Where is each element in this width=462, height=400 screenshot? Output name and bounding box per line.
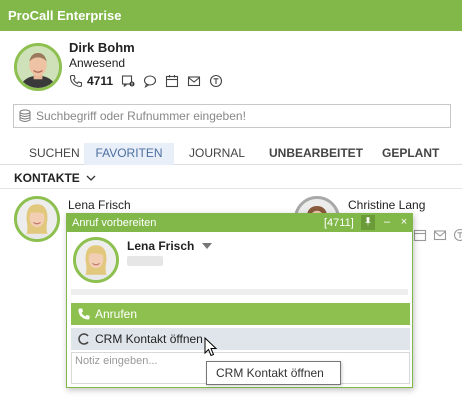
profile-actions: 4711 xyxy=(69,73,231,89)
user-profile: Dirk Bohm Anwesend 4711 xyxy=(0,31,462,97)
divider xyxy=(71,289,408,295)
tab-favoriten[interactable]: FAVORITEN xyxy=(84,143,174,165)
pin-icon[interactable] xyxy=(361,215,375,230)
chat-icon[interactable] xyxy=(143,74,157,88)
phone-icon xyxy=(77,307,91,321)
avatar-photo xyxy=(76,240,116,280)
popup-contact[interactable]: Lena Frisch xyxy=(127,239,213,253)
popup-header: Anruf vorbereiten [4711] – × xyxy=(67,214,412,232)
database-icon xyxy=(19,109,31,122)
divider xyxy=(0,188,462,189)
section-kontakte[interactable]: KONTAKTE xyxy=(14,171,96,185)
popup-contact-name: Lena Frisch xyxy=(127,239,195,253)
crm-open-button[interactable]: CRM Kontakt öffnen xyxy=(71,328,410,350)
chevron-down-icon xyxy=(86,175,96,181)
avatar-photo xyxy=(17,46,59,88)
popup-title: Anruf vorbereiten xyxy=(72,217,157,229)
popup-contact-avatar xyxy=(73,237,119,283)
phone-icon[interactable] xyxy=(69,74,83,88)
calendar-icon[interactable] xyxy=(413,228,427,242)
settings-icon[interactable] xyxy=(453,228,462,242)
title-bar: ProCall Enterprise xyxy=(0,0,462,31)
avatar[interactable] xyxy=(14,43,62,91)
contact-name[interactable]: Lena Frisch xyxy=(68,198,131,212)
minimize-button[interactable]: – xyxy=(380,215,394,230)
voicemail-icon[interactable] xyxy=(121,74,135,88)
redacted-number xyxy=(127,256,163,266)
tab-geplant[interactable]: GEPLANT xyxy=(378,143,443,165)
call-button[interactable]: Anrufen xyxy=(71,303,410,325)
presence-status[interactable]: Anwesend xyxy=(69,56,125,70)
search-input[interactable] xyxy=(36,107,446,125)
contact-actions xyxy=(413,228,462,242)
popup-extension: [4711] xyxy=(324,217,354,229)
tab-suchen[interactable]: SUCHEN xyxy=(25,143,84,165)
tab-journal[interactable]: JOURNAL xyxy=(185,143,249,165)
app-title: ProCall Enterprise xyxy=(8,8,122,23)
contact-avatar[interactable] xyxy=(14,196,60,242)
avatar-photo xyxy=(17,199,57,239)
tab-bar: SUCHEN FAVORITEN JOURNAL UNBEARBEITET GE… xyxy=(0,143,462,165)
section-label: KONTAKTE xyxy=(14,171,80,185)
mail-icon[interactable] xyxy=(433,228,447,242)
search-bar xyxy=(13,104,451,128)
settings-icon[interactable] xyxy=(209,74,223,88)
crm-button-label: CRM Kontakt öffnen xyxy=(95,332,203,346)
calendar-icon[interactable] xyxy=(165,74,179,88)
tab-unbearbeitet[interactable]: UNBEARBEITET xyxy=(265,143,367,165)
mouse-cursor-icon xyxy=(204,337,218,357)
profile-extension: 4711 xyxy=(87,74,114,88)
caret-down-icon[interactable] xyxy=(202,243,213,249)
crm-icon xyxy=(77,332,91,346)
call-button-label: Anrufen xyxy=(95,307,138,321)
close-button[interactable]: × xyxy=(397,215,411,230)
tooltip: CRM Kontakt öffnen xyxy=(206,361,341,385)
mail-icon[interactable] xyxy=(187,74,201,88)
contact-name[interactable]: Christine Lang xyxy=(348,198,425,212)
profile-name: Dirk Bohm xyxy=(69,40,135,55)
